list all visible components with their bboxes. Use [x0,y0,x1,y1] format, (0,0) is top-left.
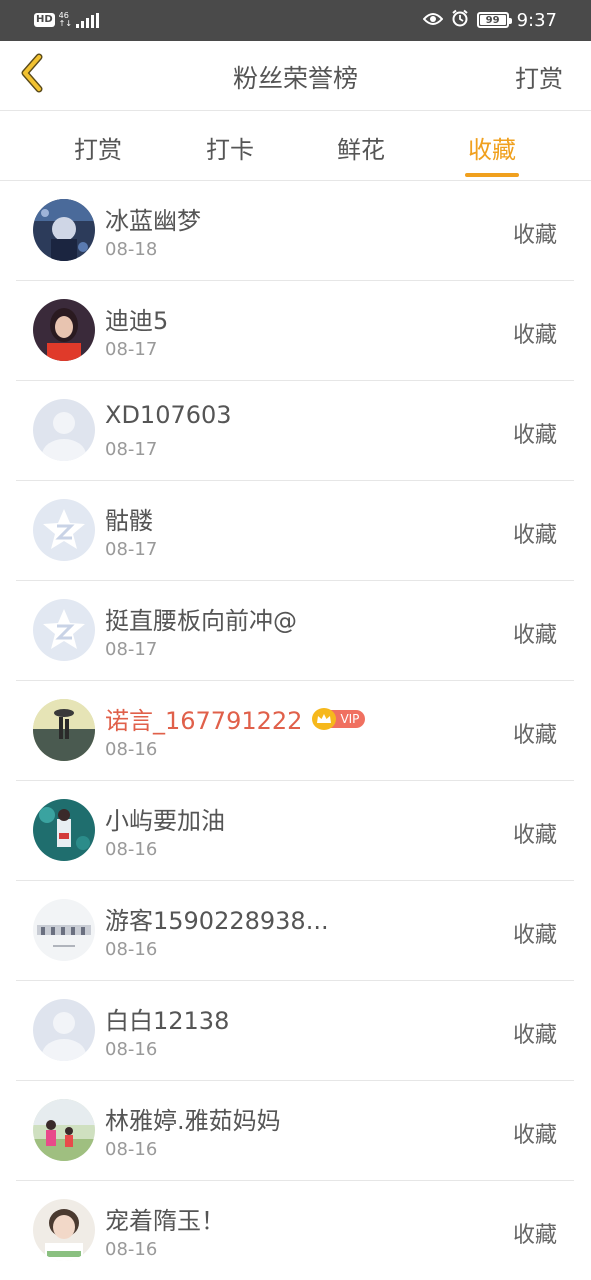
tab-label: 打卡 [206,136,254,164]
avatar [33,799,95,861]
fan-name-text: 诺言_167791222 [105,707,303,735]
favorite-label: 收藏 [512,1223,557,1248]
fan-name-text: 冰蓝幽梦 [105,207,201,235]
list-item[interactable]: 小屿要加油 08-16 收藏 [16,781,574,881]
fan-name: 冰蓝幽梦 [105,201,201,236]
fan-name-text: 白白12138 [105,1007,230,1035]
avatar [33,1199,95,1261]
tab-label: 收藏 [468,136,516,164]
fan-name: 迪迪5 [105,301,168,336]
signal-icon [76,12,100,28]
fan-name-text: 林雅婷.雅茹妈妈 [105,1107,281,1135]
fan-name-text: 游客1590228938... [105,907,329,935]
fan-date: 08-16 [105,939,158,960]
fan-date: 08-16 [105,1139,158,1160]
avatar [33,899,95,961]
avatar [33,399,95,461]
fan-date: 08-17 [105,539,158,560]
avatar [33,1099,95,1161]
list-item[interactable]: 迪迪5 08-17 收藏 [16,281,574,381]
fan-name-text: 宠着隋玉！ [105,1207,225,1235]
tab-label: 打赏 [74,136,122,164]
list-item[interactable]: 挺直腰板向前冲@ 08-17 收藏 [16,581,574,681]
fan-date: 08-17 [105,339,158,360]
fan-date: 08-17 [105,639,158,660]
vip-badge: VIP [312,707,366,730]
battery-level: 99 [485,14,500,26]
tab-checkin[interactable]: 打卡 [170,112,290,181]
fan-name: XD107603 [105,401,232,429]
avatar [33,699,95,761]
tab-bar: 打赏 打卡 鲜花 收藏 [0,112,591,181]
fan-date: 08-16 [105,839,158,860]
network-type: 46 ↑↓ [59,12,72,28]
fan-name: 小屿要加油 [105,801,225,836]
list-item[interactable]: 游客1590228938... 08-16 收藏 [16,881,574,981]
avatar [33,499,95,561]
tab-flowers[interactable]: 鲜花 [301,112,421,181]
tab-favorites[interactable]: 收藏 [432,112,552,181]
active-tab-indicator [465,173,519,177]
crown-icon [312,707,337,730]
list-item[interactable]: 宠着隋玉！ 08-16 收藏 [16,1181,574,1280]
list-item[interactable]: 林雅婷.雅茹妈妈 08-16 收藏 [16,1081,574,1181]
avatar [33,999,95,1061]
list-item[interactable]: 骷髅 08-17 收藏 [16,481,574,581]
list-item[interactable]: XD107603 08-17 收藏 [16,381,574,481]
fan-name-text: XD107603 [105,401,232,429]
fan-date: 08-16 [105,1039,158,1060]
avatar [33,599,95,661]
fan-name: 宠着隋玉！ [105,1201,225,1236]
favorite-label: 收藏 [512,323,557,348]
fan-name-text: 小屿要加油 [105,807,225,835]
status-right: 99 9:37 [422,9,557,31]
fan-name-text: 骷髅 [105,507,153,535]
fan-name: 林雅婷.雅茹妈妈 [105,1101,281,1136]
fan-date: 08-18 [105,239,158,260]
fan-date: 08-17 [105,439,158,460]
tab-label: 鲜花 [337,136,385,164]
fan-name: 白白12138 [105,1001,229,1036]
avatar [33,299,95,361]
fan-name: 游客1590228938... [105,901,329,936]
fan-name-text: 迪迪5 [105,307,169,335]
alarm-icon [451,9,469,31]
fan-date: 08-16 [105,1239,158,1260]
fan-date: 08-16 [105,739,158,760]
favorite-label: 收藏 [512,823,557,848]
page-title: 粉丝荣誉榜 [232,64,358,93]
tab-reward[interactable]: 打赏 [38,112,158,181]
status-bar: HD 46 ↑↓ 99 9:37 [0,0,591,41]
eye-icon [422,11,443,30]
fan-name: 诺言_167791222 VIP [105,701,366,736]
avatar [33,199,95,261]
favorite-label: 收藏 [512,923,557,948]
network-arrows: ↑↓ [58,19,73,28]
list-item[interactable]: 白白12138 08-16 收藏 [16,981,574,1081]
favorite-label: 收藏 [512,1023,557,1048]
status-left: HD 46 ↑↓ [34,10,100,30]
list-item[interactable]: 诺言_167791222 VIP 08-16 收藏 [16,681,574,781]
favorite-label: 收藏 [512,1123,557,1148]
app-header: 粉丝荣誉榜 打赏 [0,41,591,111]
hd-icon: HD [34,13,55,27]
battery-icon: 99 [476,12,512,28]
fan-name-text: 挺直腰板向前冲@ [105,607,297,635]
favorite-label: 收藏 [512,623,557,648]
favorite-label: 收藏 [512,223,557,248]
clock: 9:37 [516,9,557,31]
list-item[interactable]: 冰蓝幽梦 08-18 收藏 [16,181,574,281]
fan-name: 挺直腰板向前冲@ [105,601,297,636]
fan-list: 冰蓝幽梦 08-18 收藏 迪迪5 08-17 收藏 XD107603 08-1… [16,181,574,1280]
favorite-label: 收藏 [512,423,557,448]
favorite-label: 收藏 [512,523,557,548]
fan-name: 骷髅 [105,501,153,536]
reward-button[interactable]: 打赏 [515,59,563,94]
favorite-label: 收藏 [512,723,557,748]
